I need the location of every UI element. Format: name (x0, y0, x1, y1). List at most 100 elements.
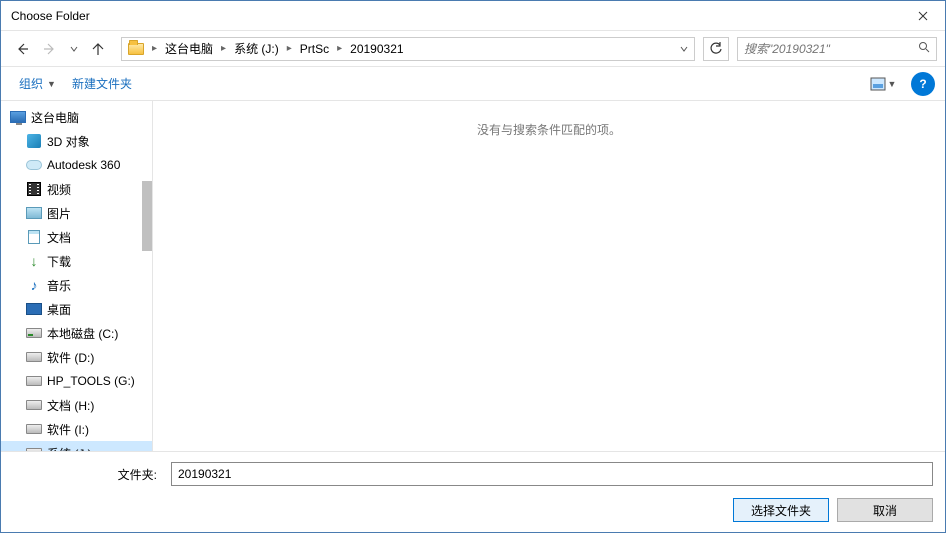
cancel-button[interactable]: 取消 (837, 498, 933, 522)
sidebar-item[interactable]: 视频 (1, 177, 152, 201)
breadcrumb-separator: ▸ (219, 43, 228, 54)
scrollbar-thumb[interactable] (142, 181, 152, 251)
window-title: Choose Folder (11, 9, 90, 23)
breadcrumb-separator: ▸ (335, 43, 344, 54)
sidebar-item[interactable]: ↓下载 (1, 249, 152, 273)
arrow-right-icon (42, 41, 58, 57)
music-icon: ♪ (25, 276, 43, 294)
arrow-up-icon (90, 41, 106, 57)
folder-name-input[interactable] (171, 462, 933, 486)
chevron-down-icon (680, 45, 688, 53)
breadcrumb-item[interactable]: 20190321 (344, 38, 409, 60)
select-folder-button[interactable]: 选择文件夹 (733, 498, 829, 522)
sidebar-item-label: 系统 (J:) (47, 445, 92, 452)
toolbar: 组织 ▼ 新建文件夹 ▼ ? (1, 67, 945, 101)
breadcrumb-bar[interactable]: ▸ 这台电脑 ▸ 系统 (J:) ▸ PrtSc ▸ 20190321 (121, 37, 695, 61)
folder-icon (128, 43, 144, 55)
arrow-left-icon (14, 41, 30, 57)
help-button[interactable]: ? (911, 72, 935, 96)
breadcrumb-separator: ▸ (150, 43, 159, 54)
button-row: 选择文件夹 取消 (13, 498, 933, 522)
cube-icon (25, 132, 43, 150)
breadcrumb-item[interactable]: PrtSc (294, 38, 335, 60)
download-icon: ↓ (25, 252, 43, 270)
breadcrumb-item[interactable]: 系统 (J:) (228, 38, 285, 60)
disk-icon (25, 348, 43, 366)
sidebar-item[interactable]: 文档 (1, 225, 152, 249)
chevron-down-icon: ▼ (888, 79, 897, 89)
up-button[interactable] (85, 36, 111, 62)
sidebar-item-label: 本地磁盘 (C:) (47, 325, 118, 342)
video-icon (25, 180, 43, 198)
navigation-bar: ▸ 这台电脑 ▸ 系统 (J:) ▸ PrtSc ▸ 20190321 (1, 31, 945, 67)
sidebar-tree[interactable]: 这台电脑3D 对象Autodesk 360视频图片文档↓下载♪音乐桌面本地磁盘 … (1, 101, 153, 451)
footer: 文件夹: 选择文件夹 取消 (1, 451, 945, 532)
sidebar-item[interactable]: 文档 (H:) (1, 393, 152, 417)
sidebar-item[interactable]: 本地磁盘 (C:) (1, 321, 152, 345)
sidebar-item[interactable]: 软件 (D:) (1, 345, 152, 369)
close-icon (918, 11, 928, 21)
sidebar-item-label: 文档 (H:) (47, 397, 94, 414)
disk-icon (25, 444, 43, 451)
breadcrumb-dropdown[interactable] (674, 42, 694, 56)
view-icon (870, 77, 886, 91)
breadcrumb-root-icon[interactable] (122, 38, 150, 60)
sidebar-item[interactable]: 软件 (I:) (1, 417, 152, 441)
sidebar-item-label: 视频 (47, 181, 71, 198)
cloud-icon (25, 156, 43, 174)
disk-icon (25, 372, 43, 390)
body: 这台电脑3D 对象Autodesk 360视频图片文档↓下载♪音乐桌面本地磁盘 … (1, 101, 945, 451)
sidebar-item[interactable]: ♪音乐 (1, 273, 152, 297)
organize-label: 组织 (19, 75, 43, 92)
sidebar-item-label: 下载 (47, 253, 71, 270)
sidebar-item-label: 这台电脑 (31, 109, 79, 126)
breadcrumb-separator: ▸ (285, 43, 294, 54)
search-input[interactable] (744, 42, 918, 56)
sidebar-item-label: 软件 (D:) (47, 349, 94, 366)
sidebar-item[interactable]: HP_TOOLS (G:) (1, 369, 152, 393)
sidebar-item-label: HP_TOOLS (G:) (47, 374, 135, 388)
sidebar-item[interactable]: Autodesk 360 (1, 153, 152, 177)
monitor-icon (9, 108, 27, 126)
sidebar-item[interactable]: 3D 对象 (1, 129, 152, 153)
disk-icon (25, 396, 43, 414)
search-box[interactable] (737, 37, 937, 61)
back-button[interactable] (9, 36, 35, 62)
sidebar-item[interactable]: 图片 (1, 201, 152, 225)
disk-icon (25, 420, 43, 438)
empty-message: 没有与搜索条件匹配的项。 (477, 121, 621, 451)
chevron-down-icon (70, 45, 78, 53)
titlebar: Choose Folder (1, 1, 945, 31)
desktop-icon (25, 300, 43, 318)
document-icon (25, 228, 43, 246)
sidebar-item-label: 图片 (47, 205, 71, 222)
sidebar-item-label: 音乐 (47, 277, 71, 294)
chevron-down-icon: ▼ (47, 79, 56, 89)
folder-name-label: 文件夹: (13, 466, 163, 483)
sidebar-item-label: 桌面 (47, 301, 71, 318)
picture-icon (25, 204, 43, 222)
sidebar-item[interactable]: 桌面 (1, 297, 152, 321)
search-icon (918, 41, 930, 56)
close-button[interactable] (900, 1, 945, 31)
sidebar-item-label: Autodesk 360 (47, 158, 120, 172)
sidebar-item[interactable]: 这台电脑 (1, 105, 152, 129)
new-folder-label: 新建文件夹 (72, 75, 132, 92)
organize-button[interactable]: 组织 ▼ (11, 71, 64, 96)
sidebar-item-label: 3D 对象 (47, 133, 90, 150)
refresh-icon (709, 42, 723, 56)
sidebar-item-label: 文档 (47, 229, 71, 246)
forward-button[interactable] (37, 36, 63, 62)
sidebar-item[interactable]: 系统 (J:) (1, 441, 152, 451)
help-icon: ? (919, 77, 926, 91)
disk-icon (25, 324, 43, 342)
sidebar-item-label: 软件 (I:) (47, 421, 89, 438)
choose-folder-dialog: Choose Folder ▸ 这台电脑 ▸ 系统 (J:) ▸ PrtSc ▸… (0, 0, 946, 533)
breadcrumb-item[interactable]: 这台电脑 (159, 38, 219, 60)
view-options-button[interactable]: ▼ (863, 72, 903, 96)
content-pane: 没有与搜索条件匹配的项。 (153, 101, 945, 451)
recent-locations-button[interactable] (65, 36, 83, 62)
folder-name-row: 文件夹: (13, 462, 933, 486)
refresh-button[interactable] (703, 37, 729, 61)
new-folder-button[interactable]: 新建文件夹 (64, 71, 140, 96)
